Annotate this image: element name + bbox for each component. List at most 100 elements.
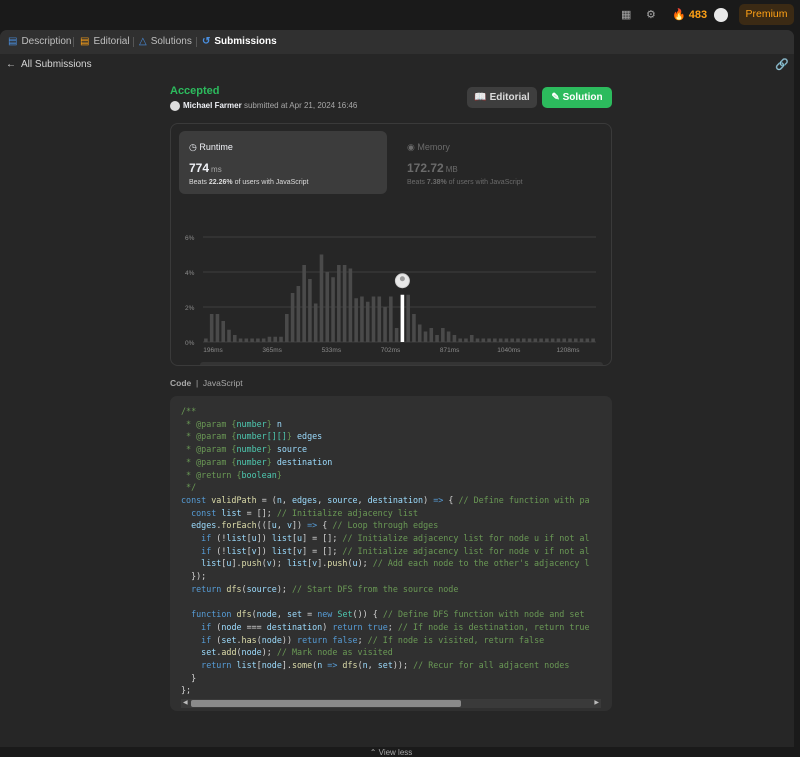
bar [232, 335, 237, 342]
tab-bar: ▤ Description ▤ Editorial △ Solutions ↺ Subm… [0, 30, 794, 54]
code-block[interactable]: /** * @param {number} n * @param {number… [170, 396, 612, 711]
bar [389, 296, 393, 342]
tab-editorial[interactable]: ▤ Editorial [80, 30, 130, 54]
bar [539, 338, 543, 342]
bar [591, 338, 595, 342]
bar [475, 338, 480, 342]
bar [406, 294, 410, 342]
submission-subbar: ← All Submissions 🔗 [0, 54, 794, 76]
flask-icon: △ [139, 36, 147, 47]
tab-label: Submissions [214, 36, 277, 47]
gear-icon[interactable]: ⚙ [646, 9, 656, 21]
bar [209, 314, 214, 342]
bar [510, 338, 514, 342]
y-tick-label: 2% [185, 305, 195, 312]
tab-divider [73, 37, 74, 47]
tab-solutions[interactable]: △ Solutions [139, 30, 192, 54]
bar [573, 338, 578, 342]
edit-icon: ✎ [551, 92, 560, 103]
history-icon: ↺ [202, 36, 211, 47]
chevron-up-icon: ⌃ [369, 748, 377, 757]
bar [383, 307, 387, 342]
status-label: Accepted [170, 85, 220, 97]
premium-button[interactable]: Premium [739, 4, 794, 25]
bar [215, 314, 220, 342]
bar [267, 336, 272, 342]
editorial-button[interactable]: 📖 Editorial [467, 87, 537, 108]
bar [568, 338, 572, 342]
bar [487, 338, 491, 342]
x-tick-label: 871ms [440, 347, 460, 354]
tab-divider [133, 37, 134, 47]
scroll-left-icon[interactable]: ◀ [183, 699, 188, 708]
x-tick-label: 365ms [262, 347, 282, 354]
bar [244, 338, 249, 342]
bar [204, 338, 208, 342]
bar [423, 331, 428, 342]
scroll-right-icon[interactable]: ▶ [594, 699, 599, 708]
runtime-distribution-chart[interactable]: 0% 2% 4% 6% 196ms 365ms 533ms 702ms 871ms 1040ms 1… [171, 124, 611, 365]
bar [285, 314, 289, 342]
avatar [170, 101, 180, 111]
bar [429, 328, 434, 342]
highlighted-bar [400, 294, 405, 342]
bar [308, 279, 312, 342]
bar [319, 254, 324, 342]
solution-button[interactable]: ✎ Solution [542, 87, 612, 108]
tab-description[interactable]: ▤ Description [8, 30, 71, 54]
view-less-label: View less [378, 748, 413, 757]
tab-submissions[interactable]: ↺ Submissions [202, 30, 277, 54]
submitted-time: submitted at Apr 21, 2024 16:46 [243, 101, 358, 111]
book-icon: ▤ [80, 36, 90, 47]
view-less-button[interactable]: ⌃ View less [170, 748, 612, 757]
user-name[interactable]: Michael Farmer [183, 101, 242, 110]
bar [464, 338, 468, 342]
bar [516, 338, 520, 342]
avatar-head [399, 276, 405, 282]
book-icon: 📖 [474, 92, 487, 103]
bar [337, 265, 341, 342]
bar [481, 338, 486, 342]
submission-panel: ▤ Description ▤ Editorial △ Solutions ↺ Subm… [0, 30, 794, 757]
horizontal-scrollbar[interactable]: ◀ ▶ [181, 699, 601, 708]
bar [313, 303, 318, 342]
x-tick-label: 533ms [322, 347, 342, 354]
bar [585, 338, 590, 342]
bar [365, 301, 370, 342]
bar [290, 293, 295, 342]
streak-count: 483 [688, 9, 708, 21]
bar [550, 338, 555, 342]
link-icon[interactable]: 🔗 [775, 58, 789, 71]
tab-label: Description [21, 36, 72, 47]
submitter-line: Michael Farmer submitted at Apr 21, 2024… [170, 101, 357, 111]
back-label: All Submissions [21, 59, 92, 70]
y-tick-label: 4% [185, 270, 195, 277]
bar [556, 338, 561, 342]
bar [417, 324, 422, 342]
x-tick-label: 702ms [381, 347, 401, 354]
bar [452, 335, 457, 342]
bar [250, 338, 254, 342]
code-text: /** * @param {number} n * @param {number… [181, 406, 590, 696]
avatar[interactable] [714, 8, 728, 22]
bar [435, 335, 439, 342]
streak-counter[interactable]: 🔥 483 [672, 8, 707, 21]
grid-icon[interactable]: ▦ [621, 9, 631, 21]
scrollbar-thumb[interactable] [191, 700, 461, 707]
all-submissions-link[interactable]: ← All Submissions [6, 59, 92, 70]
x-tick-label: 1208ms [556, 347, 580, 354]
bar [394, 328, 399, 342]
bar [504, 338, 509, 342]
bar [261, 338, 266, 342]
bar [377, 296, 382, 342]
bar [342, 265, 347, 342]
bar [441, 328, 445, 342]
bar [227, 329, 231, 342]
bar [533, 338, 538, 342]
code-header: Code | JavaScript [170, 378, 243, 388]
bar [493, 338, 497, 342]
bar [545, 338, 549, 342]
y-tick-label: 0% [185, 340, 195, 347]
bar [360, 296, 364, 342]
code-language: JavaScript [202, 378, 243, 388]
